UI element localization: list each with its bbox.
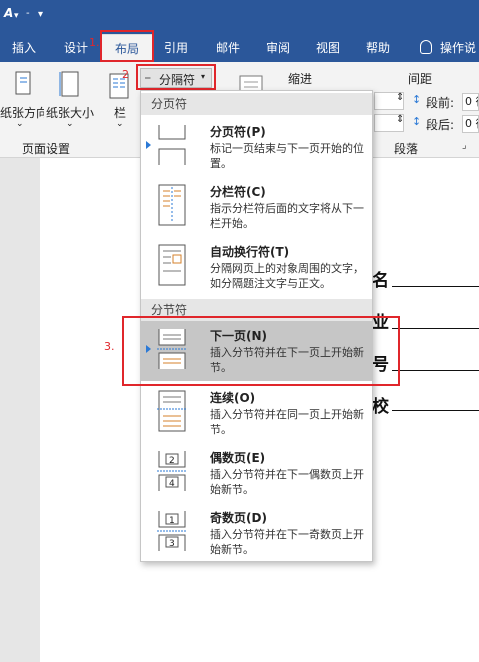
space-before-label: 段前: xyxy=(426,96,455,110)
paper-size-icon xyxy=(59,71,79,97)
orientation-chevron-icon[interactable]: ⌄ xyxy=(16,119,24,129)
ribbon-tabs: 插入 设计 布局 引用 邮件 审阅 视图 帮助 操作说 xyxy=(0,34,479,62)
svg-text:1: 1 xyxy=(169,516,175,526)
indent-label: 缩进 xyxy=(288,72,313,86)
tab-review[interactable]: 审阅 xyxy=(260,34,296,62)
menu-item-title: 分栏符(C) xyxy=(210,185,266,199)
space-after-label: 段后: xyxy=(426,118,455,132)
menu-item-title: 自动换行符(T) xyxy=(210,245,290,259)
menu-item-odd-page[interactable]: 1 3 奇数页(D) 插入分节符并在下一奇数页上开始新节。 xyxy=(141,503,372,563)
columns-chevron-icon[interactable]: ⌄ xyxy=(116,119,124,129)
hyphen-icon: - xyxy=(26,8,30,19)
tell-me-search[interactable]: 操作说 xyxy=(440,34,479,62)
menu-item-column-break[interactable]: 分栏符(C) 指示分栏符后面的文字将从下一栏开始。 xyxy=(141,177,372,237)
menu-item-desc: 标记一页结束与下一页开始的位置。 xyxy=(210,142,364,170)
paragraph-dialog-launcher-icon[interactable]: ⌟ xyxy=(462,140,467,151)
quick-access-toolbar: A ▾ - ▾ xyxy=(0,0,479,34)
paper-size-chevron-icon[interactable]: ⌄ xyxy=(66,119,74,129)
paragraph-group-label: 段落 xyxy=(394,142,419,156)
doc-char-name: 名 xyxy=(372,271,389,291)
menu-item-desc: 指示分栏符后面的文字将从下一栏开始。 xyxy=(210,202,364,230)
customize-qat-icon[interactable]: ▾ xyxy=(38,9,43,20)
page-setup-group-label: 页面设置 xyxy=(22,142,71,156)
menu-item-text-wrapping[interactable]: 自动换行符(T) 分隔网页上的对象周围的文字，如分隔题注文字与正文。 xyxy=(141,237,372,297)
tab-help[interactable]: 帮助 xyxy=(360,34,396,62)
menu-item-even-page[interactable]: 2 4 偶数页(E) 插入分节符并在下一偶数页上开始新节。 xyxy=(141,443,372,503)
font-format-icon[interactable]: A xyxy=(4,6,13,20)
highlight-box-layout-tab xyxy=(100,30,154,62)
even-page-break-icon: 2 4 xyxy=(157,451,187,491)
svg-text:2: 2 xyxy=(169,456,175,466)
tab-insert[interactable]: 插入 xyxy=(6,34,42,62)
menu-item-page-break[interactable]: 分页符(P) 标记一页结束与下一页开始的位置。 xyxy=(141,117,372,177)
tab-mailings[interactable]: 邮件 xyxy=(210,34,246,62)
doc-underline-number xyxy=(392,370,479,371)
menu-item-title: 奇数页(D) xyxy=(210,511,267,525)
menu-item-title: 偶数页(E) xyxy=(210,451,266,465)
doc-underline-school xyxy=(392,410,479,411)
orientation-icon xyxy=(15,71,31,95)
menu-item-desc: 插入分节符并在下一奇数页上开始新节。 xyxy=(210,528,364,556)
section-page-breaks-header: 分页符 xyxy=(141,93,372,115)
menu-item-continuous[interactable]: 连续(O) 插入分节符并在同一页上开始新节。 xyxy=(141,383,372,443)
page-break-icon xyxy=(158,125,186,165)
menu-item-desc: 插入分节符并在同一页上开始新节。 xyxy=(210,408,364,436)
tab-references[interactable]: 引用 xyxy=(158,34,194,62)
column-break-icon xyxy=(158,184,186,226)
lightbulb-icon xyxy=(420,40,432,54)
document-margin xyxy=(0,158,40,662)
space-before-input[interactable]: 0 行 xyxy=(462,93,479,111)
space-after-input[interactable]: 0 行 xyxy=(462,115,479,133)
step-1-label: 1. xyxy=(89,36,100,49)
svg-text:3: 3 xyxy=(169,539,175,549)
svg-text:4: 4 xyxy=(169,479,175,489)
font-format-dropdown-icon[interactable]: ▾ xyxy=(14,11,19,21)
menu-item-desc: 插入分节符并在下一偶数页上开始新节。 xyxy=(210,468,364,496)
tab-view[interactable]: 视图 xyxy=(310,34,346,62)
doc-underline-name xyxy=(392,286,479,287)
doc-underline-major xyxy=(392,328,479,329)
menu-marker-icon xyxy=(146,141,151,149)
highlight-box-breaks xyxy=(136,64,216,90)
odd-page-break-icon: 1 3 xyxy=(157,511,187,551)
doc-char-school: 校 xyxy=(372,397,389,417)
indent-right-spinner-icon[interactable]: ⇕ xyxy=(396,114,404,125)
text-wrapping-break-icon xyxy=(158,244,186,286)
menu-item-title: 连续(O) xyxy=(210,391,256,405)
menu-item-desc: 分隔网页上的对象周围的文字，如分隔题注文字与正文。 xyxy=(210,262,364,290)
continuous-break-icon xyxy=(157,390,187,432)
space-before-icon: ↕ xyxy=(412,93,422,106)
step-3-label: 3. xyxy=(104,340,115,353)
highlight-box-next-page xyxy=(122,316,400,386)
step-2-label: 2 xyxy=(122,68,129,81)
space-after-icon: ↕ xyxy=(412,115,422,128)
indent-left-spinner-icon[interactable]: ⇕ xyxy=(396,92,404,103)
spacing-label: 间距 xyxy=(408,72,433,86)
menu-item-title: 分页符(P) xyxy=(210,125,266,139)
